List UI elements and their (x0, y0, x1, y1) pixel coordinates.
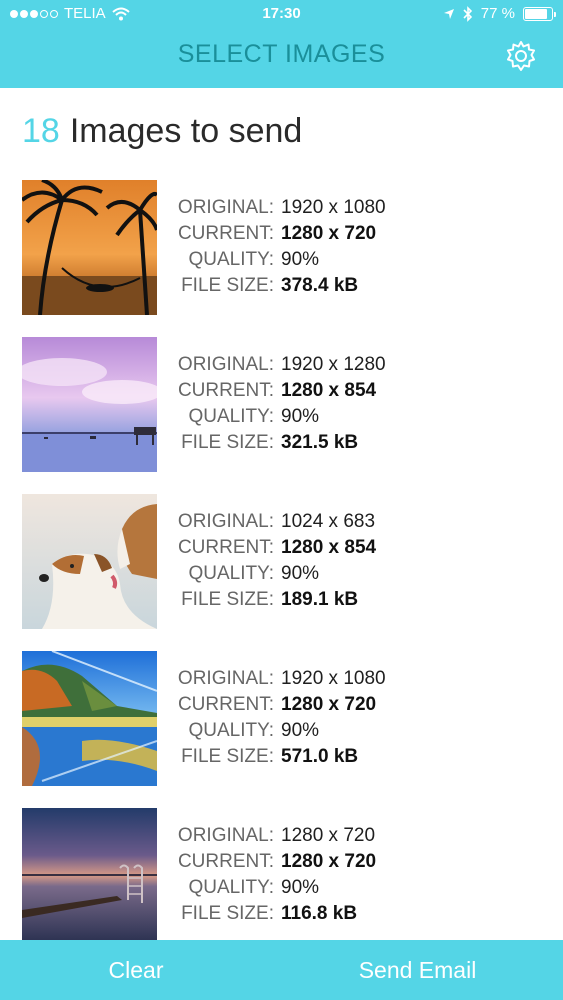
original-value: 1280 x 720 (281, 825, 376, 846)
page-title: SELECT IMAGES (177, 40, 386, 68)
quality-value: 90% (281, 720, 320, 741)
original-value: 1024 x 683 (281, 511, 376, 532)
quality-value: 90% (281, 877, 320, 898)
quality-value: 90% (281, 563, 320, 584)
original-label: ORIGINAL: (177, 197, 274, 218)
location-icon (443, 8, 454, 19)
file-size-value: 116.8 kB (281, 903, 358, 924)
dusk-lake-thumbnail (22, 808, 157, 943)
original-value: 1920 x 1280 (281, 354, 386, 375)
thumbnail-image[interactable] (22, 337, 157, 472)
top-bar: TELIA 17:30 77 % SELECT IMAGES (0, 0, 563, 88)
original-label: ORIGINAL: (177, 511, 274, 532)
current-value: 1280 x 854 (281, 537, 377, 558)
image-count: 18 (22, 112, 60, 150)
images-heading: 18 Images to send (22, 112, 302, 151)
file-size-label: FILE SIZE: (181, 903, 274, 924)
list-item[interactable]: ORIGINAL: 1920 x 1080 CURRENT: 1280 x 720 … (0, 178, 563, 335)
file-size-label: FILE SIZE: (181, 589, 274, 610)
file-size-value: 378.4 kB (281, 275, 359, 296)
battery-icon (523, 6, 556, 21)
heading-text: Images to send (69, 112, 303, 150)
bottom-bar: Clear Send Email (0, 940, 563, 1000)
send-email-button[interactable]: Send Email (272, 940, 563, 1000)
quality-value: 90% (281, 406, 320, 427)
file-size-value: 571.0 kB (281, 746, 359, 767)
thumbnail-image[interactable] (22, 651, 157, 786)
thumbnail-image[interactable] (22, 808, 157, 943)
current-label: CURRENT: (177, 223, 274, 244)
lake-pier-thumbnail (22, 337, 157, 472)
current-value: 1280 x 854 (281, 380, 377, 401)
original-label: ORIGINAL: (177, 354, 274, 375)
quality-label: QUALITY: (188, 406, 274, 427)
file-size-label: FILE SIZE: (181, 746, 274, 767)
original-value: 1920 x 1080 (281, 668, 386, 689)
current-label: CURRENT: (177, 380, 274, 401)
quality-value: 90% (281, 249, 320, 270)
file-size-label: FILE SIZE: (181, 275, 274, 296)
current-label: CURRENT: (177, 851, 274, 872)
sunset-hammock-thumbnail (22, 180, 157, 315)
original-value: 1920 x 1080 (281, 197, 386, 218)
gear-icon[interactable] (505, 40, 537, 72)
list-item[interactable]: ORIGINAL: 1024 x 683 CURRENT: 1280 x 854 Q… (0, 492, 563, 649)
dogs-thumbnail (22, 494, 157, 629)
mountain-lake-thumbnail (22, 651, 157, 786)
file-size-label: FILE SIZE: (181, 432, 274, 453)
quality-label: QUALITY: (188, 563, 274, 584)
thumbnail-image[interactable] (22, 494, 157, 629)
quality-label: QUALITY: (188, 249, 274, 270)
thumbnail-image[interactable] (22, 180, 157, 315)
quality-label: QUALITY: (188, 877, 274, 898)
current-label: CURRENT: (177, 537, 274, 558)
battery-percent: 77 % (480, 5, 515, 22)
current-value: 1280 x 720 (281, 223, 377, 244)
image-list: ORIGINAL: 1920 x 1080 CURRENT: 1280 x 720 … (0, 178, 563, 963)
file-size-value: 321.5 kB (281, 432, 359, 453)
image-info: ORIGINAL: 1920 x 1080 CURRENT: 1280 x 720 … (160, 195, 386, 299)
current-value: 1280 x 720 (281, 694, 377, 715)
current-value: 1280 x 720 (281, 851, 377, 872)
clear-button[interactable]: Clear (0, 940, 272, 1000)
status-right: 77 % (443, 5, 556, 22)
list-item[interactable]: ORIGINAL: 1920 x 1280 CURRENT: 1280 x 854 … (0, 335, 563, 492)
status-bar: TELIA 17:30 77 % (0, 0, 563, 30)
image-info: ORIGINAL: 1024 x 683 CURRENT: 1280 x 854 Q… (160, 509, 376, 613)
original-label: ORIGINAL: (177, 668, 274, 689)
image-info: ORIGINAL: 1920 x 1280 CURRENT: 1280 x 854 … (160, 352, 386, 456)
bluetooth-icon (463, 5, 472, 22)
file-size-value: 189.1 kB (281, 589, 359, 610)
image-info: ORIGINAL: 1920 x 1080 CURRENT: 1280 x 720 … (160, 666, 386, 770)
image-info: ORIGINAL: 1280 x 720 CURRENT: 1280 x 720 Q… (160, 823, 376, 927)
list-item[interactable]: ORIGINAL: 1920 x 1080 CURRENT: 1280 x 720 … (0, 649, 563, 806)
current-label: CURRENT: (177, 694, 274, 715)
quality-label: QUALITY: (188, 720, 274, 741)
original-label: ORIGINAL: (177, 825, 274, 846)
